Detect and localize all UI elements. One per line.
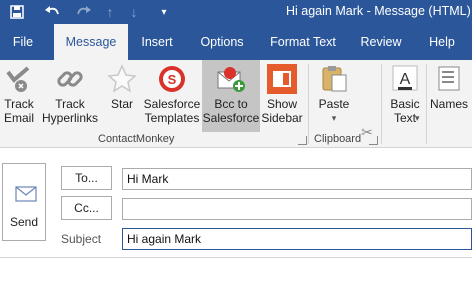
send-button[interactable]: Send — [2, 163, 46, 241]
paste-label: Paste — [318, 97, 350, 111]
show-sidebar-button[interactable]: Show Sidebar — [261, 60, 303, 132]
basic-text-button[interactable]: A Basic Text ▾ — [385, 60, 425, 132]
track-hyperlinks-button[interactable]: Track Hyperlinks — [40, 60, 100, 132]
subject-field[interactable]: Hi again Mark — [122, 228, 472, 250]
group-separator — [308, 64, 309, 144]
salesforce-templates-icon: S — [157, 64, 187, 94]
bcc-salesforce-icon — [216, 64, 246, 94]
subject-label: Subject — [61, 232, 102, 246]
track-hyperlinks-icon — [55, 64, 85, 94]
contactmonkey-launcher-icon[interactable] — [298, 136, 307, 145]
to-button[interactable]: To... — [61, 166, 112, 190]
track-email-label: Track Email — [3, 97, 34, 125]
tab-message[interactable]: Message — [54, 24, 128, 60]
ribbon-tabs: File Message Insert Options Format Text … — [0, 24, 472, 60]
names-label: Names — [429, 97, 468, 111]
undo-icon[interactable] — [40, 0, 64, 24]
send-label: Send — [9, 215, 39, 229]
tab-file[interactable]: File — [4, 24, 42, 60]
window-title: Hi again Mark - Message (HTML) — [286, 4, 471, 18]
show-sidebar-label: Show Sidebar — [261, 97, 303, 125]
paste-icon — [319, 64, 349, 94]
tab-options[interactable]: Options — [192, 24, 252, 60]
group-separator — [426, 64, 427, 144]
address-book-icon — [434, 64, 464, 94]
bcc-to-salesforce-button[interactable]: Bcc to Salesforce — [202, 60, 260, 132]
send-icon — [15, 186, 37, 205]
compose-form: Send To... Hi Mark Cc... Subject Hi agai… — [0, 148, 472, 294]
tab-review[interactable]: Review — [354, 24, 408, 60]
tab-format-text[interactable]: Format Text — [262, 24, 344, 60]
star-icon — [107, 64, 137, 94]
clipboard-launcher-icon[interactable] — [369, 136, 378, 145]
basic-text-icon: A — [390, 64, 420, 94]
svg-text:S: S — [168, 72, 177, 87]
cc-button[interactable]: Cc... — [61, 196, 112, 220]
basic-text-dropdown-icon[interactable]: ▾ — [415, 111, 420, 125]
cc-field[interactable] — [122, 198, 472, 220]
up-arrow-icon[interactable]: ↑ — [100, 0, 120, 24]
show-sidebar-icon — [267, 64, 297, 94]
tab-help[interactable]: Help — [422, 24, 462, 60]
names-button[interactable]: Names — [428, 60, 470, 132]
group-label-contactmonkey: ContactMonkey — [98, 133, 175, 145]
save-icon[interactable] — [6, 0, 28, 24]
down-arrow-icon[interactable]: ↓ — [124, 0, 144, 24]
to-field[interactable]: Hi Mark — [122, 168, 472, 190]
tab-insert[interactable]: Insert — [134, 24, 180, 60]
redo-icon[interactable] — [72, 0, 96, 24]
message-body[interactable] — [0, 258, 472, 294]
group-separator — [381, 64, 382, 144]
paste-dropdown-icon[interactable]: ▾ — [312, 111, 356, 125]
star-button[interactable]: Star — [104, 60, 140, 132]
customize-icon[interactable]: ▾ — [156, 0, 172, 24]
track-email-icon — [4, 64, 34, 94]
group-label-clipboard: Clipboard — [314, 133, 362, 145]
ribbon: Track Email Track Hyperlinks Star S Sale… — [0, 60, 472, 184]
bcc-to-salesforce-label: Bcc to Salesforce — [202, 97, 260, 125]
salesforce-templates-label: Salesforce Templates — [143, 97, 201, 125]
svg-text:A: A — [400, 71, 411, 88]
star-label: Star — [110, 97, 133, 111]
title-bar: ↑ ↓ ▾ Hi again Mark - Message (HTML) — [0, 0, 472, 24]
paste-button[interactable]: Paste ▾ — [312, 60, 356, 132]
salesforce-templates-button[interactable]: S Salesforce Templates — [142, 60, 202, 132]
track-email-button[interactable]: Track Email — [0, 60, 38, 132]
track-hyperlinks-label: Track Hyperlinks — [41, 97, 98, 125]
